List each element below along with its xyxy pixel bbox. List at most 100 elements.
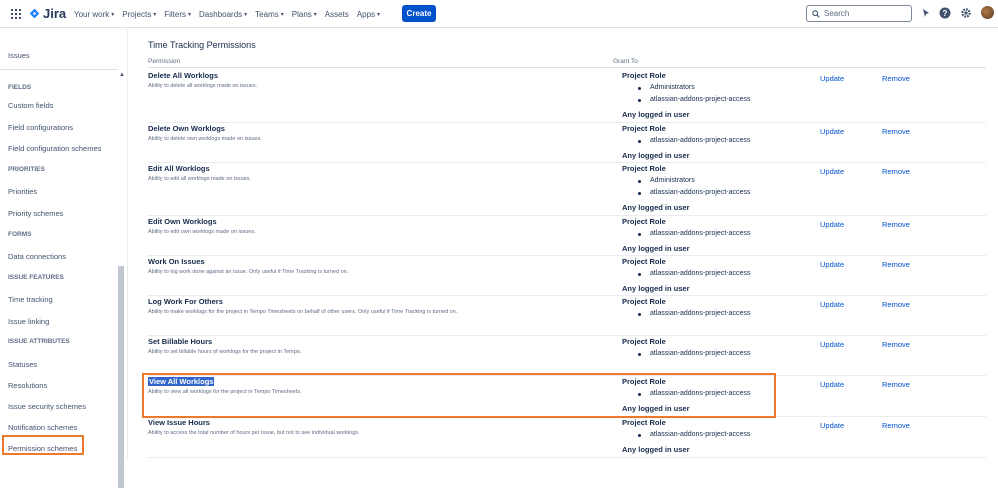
- chevron-down-icon: ▾: [244, 11, 248, 18]
- remove-link[interactable]: Remove: [882, 340, 910, 349]
- sidebar-item-priority-schemes[interactable]: Priority schemes: [8, 209, 63, 218]
- grant-role: atlassian-addons-project-access: [622, 137, 750, 149]
- svg-text:?: ?: [943, 9, 948, 18]
- settings-gear-icon[interactable]: [960, 7, 972, 19]
- table-row: Edit All Worklogs Ability to edit all wor…: [148, 164, 986, 217]
- sidebar-heading-forms: FORMS: [8, 231, 32, 238]
- remove-link[interactable]: Remove: [882, 127, 910, 136]
- grant-role-list: atlassian-addons-project-access: [622, 310, 750, 322]
- grant-role-list: Administrators atlassian-addons-project-a…: [622, 84, 750, 108]
- create-button[interactable]: Create: [402, 5, 436, 22]
- sidebar-heading-priorities: PRIORITIES: [8, 166, 45, 173]
- table-row: Work On Issues Ability to log work done a…: [148, 257, 986, 297]
- table-row: Delete Own Worklogs Ability to delete own…: [148, 124, 986, 164]
- grant-type: Project Role: [622, 257, 666, 266]
- table-row: Edit Own Worklogs Ability to edit own wor…: [148, 217, 986, 257]
- grant-any-logged-in: Any logged in user: [622, 110, 690, 119]
- grant-role: atlassian-addons-project-access: [622, 96, 750, 108]
- remove-link[interactable]: Remove: [882, 380, 910, 389]
- chevron-down-icon: ▾: [377, 11, 381, 18]
- update-link[interactable]: Update: [820, 340, 844, 349]
- nav-item-dashboards[interactable]: Dashboards ▾: [199, 10, 247, 19]
- permission-name-text: Set Billable Hours: [148, 337, 213, 346]
- nav-item-plans[interactable]: Plans ▾: [292, 10, 317, 19]
- sidebar-item-issue-linking[interactable]: Issue linking: [8, 317, 49, 326]
- remove-link[interactable]: Remove: [882, 260, 910, 269]
- row-divider: [148, 162, 986, 163]
- search-input[interactable]: Search: [806, 5, 912, 22]
- permission-name: Delete All Worklogs: [148, 71, 218, 80]
- nav-item-assets[interactable]: Assets: [325, 10, 349, 19]
- grant-role: atlassian-addons-project-access: [622, 230, 750, 242]
- nav-item-label: Filters: [164, 9, 186, 19]
- permission-description: Ability to edit all worklogs made on iss…: [148, 176, 252, 182]
- row-highlight-box: [142, 373, 776, 418]
- sidebar-item-statuses[interactable]: Statuses: [8, 360, 37, 369]
- app-switcher-icon[interactable]: [11, 9, 21, 19]
- sidebar-item-notification-schemes[interactable]: Notification schemes: [8, 423, 77, 432]
- update-link[interactable]: Update: [820, 260, 844, 269]
- help-icon[interactable]: ?: [939, 7, 951, 19]
- permission-name-text: Delete Own Worklogs: [148, 124, 225, 133]
- search-placeholder: Search: [824, 9, 850, 18]
- user-avatar[interactable]: [981, 6, 994, 19]
- nav-item-label: Teams: [255, 9, 279, 19]
- nav-item-your-work[interactable]: Your work ▾: [74, 10, 114, 19]
- update-link[interactable]: Update: [820, 220, 844, 229]
- jira-logo[interactable]: Jira: [29, 6, 66, 21]
- nav-item-filters[interactable]: Filters ▾: [164, 10, 191, 19]
- row-divider: [148, 457, 986, 458]
- scroll-up-arrow-icon[interactable]: ▲: [119, 72, 125, 78]
- nav-item-projects[interactable]: Projects ▾: [122, 10, 156, 19]
- sidebar-scrollbar[interactable]: [118, 266, 124, 488]
- update-link[interactable]: Update: [820, 300, 844, 309]
- remove-link[interactable]: Remove: [882, 220, 910, 229]
- sidebar-item-data-connections[interactable]: Data connections: [8, 252, 66, 261]
- permission-description: Ability to log work done against an issu…: [148, 269, 349, 275]
- grant-role: Administrators: [622, 84, 750, 96]
- permission-name-text: Work On Issues: [148, 257, 205, 266]
- grant-type: Project Role: [622, 297, 666, 306]
- sidebar-heading-fields: FIELDS: [8, 84, 32, 91]
- row-divider: [148, 255, 986, 256]
- nav-item-label: Assets: [324, 9, 349, 19]
- grant-type: Project Role: [622, 418, 666, 427]
- grant-type: Project Role: [622, 217, 666, 226]
- sidebar-item-custom-fields[interactable]: Custom fields: [8, 101, 53, 110]
- sidebar-item-issues[interactable]: Issues: [8, 51, 30, 60]
- product-name: Jira: [43, 6, 67, 21]
- grant-role-list: atlassian-addons-project-access: [622, 137, 750, 149]
- sidebar-item-priorities[interactable]: Priorities: [8, 187, 37, 196]
- sidebar-item-resolutions[interactable]: Resolutions: [8, 381, 47, 390]
- notifications-icon[interactable]: [920, 7, 932, 19]
- column-header-permission: Permission: [148, 58, 181, 65]
- admin-sidebar: Issues FIELDS Custom fields Field configur…: [0, 29, 128, 488]
- update-link[interactable]: Update: [820, 380, 844, 389]
- remove-link[interactable]: Remove: [882, 167, 910, 176]
- section-title: Time Tracking Permissions: [148, 40, 256, 50]
- grant-role-list: Administrators atlassian-addons-project-a…: [622, 177, 750, 201]
- nav-item-apps[interactable]: Apps ▾: [357, 10, 380, 19]
- sidebar-item-field-configurations[interactable]: Field configurations: [8, 123, 73, 132]
- search-icon: [812, 9, 820, 18]
- update-link[interactable]: Update: [820, 167, 844, 176]
- permission-name-text: Delete All Worklogs: [148, 71, 219, 80]
- update-link[interactable]: Update: [820, 74, 844, 83]
- remove-link[interactable]: Remove: [882, 421, 910, 430]
- update-link[interactable]: Update: [820, 421, 844, 430]
- grant-role-list: atlassian-addons-project-access: [622, 270, 750, 282]
- remove-link[interactable]: Remove: [882, 300, 910, 309]
- column-header-grant-to: Grant To: [613, 58, 638, 65]
- nav-item-label: Apps: [356, 9, 376, 19]
- sidebar-item-time-tracking[interactable]: Time tracking: [8, 295, 53, 304]
- sidebar-item-field-configuration-schemes[interactable]: Field configuration schemes: [8, 144, 101, 153]
- top-navigation: Jira Your work ▾ Projects ▾ Filters ▾ Dashboar…: [0, 0, 998, 28]
- primary-nav: Your work ▾ Projects ▾ Filters ▾ Dashboards ▾ Te…: [74, 0, 388, 28]
- permission-name: Log Work For Others: [148, 297, 223, 306]
- permission-name-text: Log Work For Others: [148, 297, 223, 306]
- update-link[interactable]: Update: [820, 127, 844, 136]
- remove-link[interactable]: Remove: [882, 74, 910, 83]
- grant-role: atlassian-addons-project-access: [622, 270, 750, 282]
- sidebar-item-issue-security-schemes[interactable]: Issue security schemes: [8, 402, 86, 411]
- nav-item-teams[interactable]: Teams ▾: [255, 10, 284, 19]
